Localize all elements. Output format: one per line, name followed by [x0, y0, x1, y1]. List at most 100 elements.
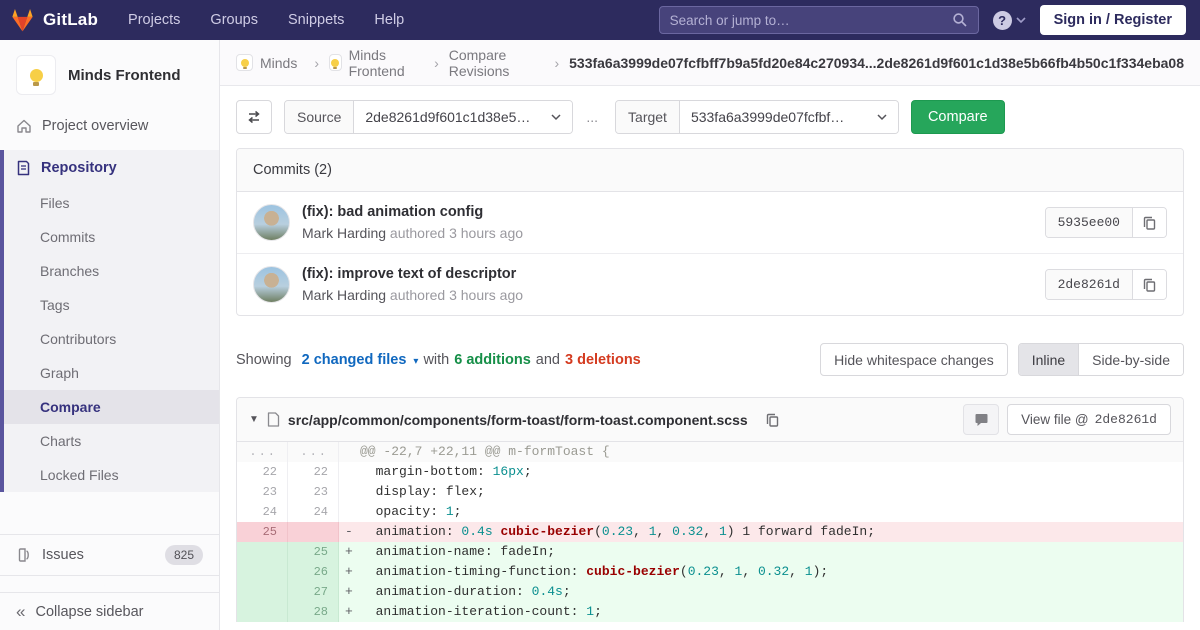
new-line-number[interactable]: 27 [288, 582, 339, 602]
old-line-number[interactable] [237, 562, 288, 582]
commit-title-link[interactable]: (fix): bad animation config [302, 204, 523, 220]
code-segment: 0.4s [461, 524, 492, 539]
sidebar-subitem[interactable]: Compare [4, 390, 219, 424]
project-header[interactable]: Minds Frontend [0, 40, 219, 108]
swap-revisions-button[interactable] [236, 100, 272, 134]
sidebar-subitem[interactable]: Charts [4, 424, 219, 458]
author-avatar[interactable] [253, 204, 290, 241]
old-line-number[interactable] [237, 582, 288, 602]
new-line-number[interactable] [288, 522, 339, 542]
target-dropdown[interactable]: 533fa6a3999de07fcfbf… [680, 101, 898, 133]
commit-author-link[interactable]: Mark Harding [302, 287, 386, 303]
caret-down-icon: ▾ [413, 356, 418, 367]
repository-section: Repository Files Commits Branches Tags C… [0, 150, 219, 492]
group-avatar [329, 54, 342, 71]
new-line-number[interactable]: ... [288, 442, 339, 462]
copy-sha-button[interactable] [1133, 270, 1166, 299]
code-segments: animation-name: fadeIn; [360, 544, 555, 559]
nav-menu-item[interactable]: Groups [210, 12, 258, 28]
commit-title-link[interactable]: (fix): improve text of descriptor [302, 266, 523, 282]
diff-table: ... ... @@ -22,7 +22,11 @@ m-formToast {… [237, 442, 1183, 622]
diff-sign [345, 482, 360, 502]
new-line-number[interactable]: 26 [288, 562, 339, 582]
group-avatar [236, 54, 253, 71]
old-line-number[interactable]: 23 [237, 482, 288, 502]
new-line-number[interactable]: 28 [288, 602, 339, 622]
search-icon[interactable] [952, 12, 968, 28]
copy-icon [765, 412, 780, 428]
side-by-side-view-button[interactable]: Side-by-side [1078, 344, 1183, 375]
old-line-number[interactable]: 22 [237, 462, 288, 482]
breadcrumb-item[interactable]: Minds [236, 54, 329, 71]
home-icon [16, 118, 32, 134]
sidebar-item-label: Project overview [42, 118, 148, 134]
gitlab-home-link[interactable]: GitLab [10, 8, 98, 32]
compare-button[interactable]: Compare [911, 100, 1005, 134]
copy-sha-button[interactable] [1133, 208, 1166, 237]
toggle-comments-button[interactable] [963, 404, 999, 435]
breadcrumb-item[interactable]: Compare Revisions [449, 47, 569, 79]
help-icon: ? [993, 11, 1012, 30]
author-avatar[interactable] [253, 266, 290, 303]
breadcrumb-label: Compare Revisions [449, 47, 538, 79]
commit-sha: 5935ee00 [1046, 208, 1133, 237]
new-line-number[interactable]: 25 [288, 542, 339, 562]
sidebar-subitem[interactable]: Files [4, 186, 219, 220]
commit-author-link[interactable]: Mark Harding [302, 225, 386, 241]
diff-sign: - [345, 522, 360, 542]
help-menu[interactable]: ? [993, 11, 1026, 30]
code-segment: animation-iteration-count: [360, 604, 586, 619]
code-segment: , [703, 524, 719, 539]
nav-menu-item[interactable]: Snippets [288, 12, 344, 28]
code-cell: + animation-duration: 0.4s; [339, 582, 1183, 602]
collapse-sidebar-button[interactable]: « Collapse sidebar [0, 592, 219, 630]
additions-count: 6 additions [454, 352, 531, 368]
code-segments: animation: 0.4s cubic-bezier(0.23, 1, 0.… [360, 524, 875, 539]
view-file-button[interactable]: View file @ 2de8261d [1007, 404, 1171, 435]
code-segment: 1 [649, 524, 657, 539]
search-input[interactable] [670, 13, 952, 28]
sidebar-subitem[interactable]: Tags [4, 288, 219, 322]
old-line-number[interactable]: ... [237, 442, 288, 462]
old-line-number[interactable] [237, 602, 288, 622]
new-line-number[interactable]: 22 [288, 462, 339, 482]
new-line-number[interactable]: 24 [288, 502, 339, 522]
collapse-diff-caret-icon[interactable]: ▼ [249, 414, 259, 425]
sidebar-item-project-overview[interactable]: Project overview [0, 108, 219, 144]
comment-icon [974, 413, 989, 427]
old-line-number[interactable]: 24 [237, 502, 288, 522]
summary-word: with [423, 352, 449, 368]
sidebar-item-label: Issues [42, 547, 84, 563]
hide-whitespace-button[interactable]: Hide whitespace changes [820, 343, 1008, 376]
main-content: Minds Minds Frontend Compare Revisions 5… [220, 40, 1200, 630]
breadcrumb-item[interactable]: Minds Frontend [329, 47, 449, 79]
code-segment: , [742, 564, 758, 579]
diff-line: 26 + animation-timing-function: cubic-be… [237, 562, 1183, 582]
sidebar-subitem[interactable]: Contributors [4, 322, 219, 356]
copy-path-button[interactable] [756, 412, 789, 428]
sidebar-subitem[interactable]: Commits [4, 220, 219, 254]
nav-menu-item[interactable]: Projects [128, 12, 180, 28]
sidebar-item-repository[interactable]: Repository [4, 150, 219, 186]
top-navbar: GitLab Projects Groups Snippets Help ? [0, 0, 1200, 40]
sidebar-subitem[interactable]: Graph [4, 356, 219, 390]
commit-sha: 2de8261d [1046, 270, 1133, 299]
source-dropdown[interactable]: 2de8261d9f601c1d38e5… [354, 101, 572, 133]
commit-texts: (fix): bad animation config Mark Harding… [302, 204, 523, 241]
old-line-number[interactable]: 25 [237, 522, 288, 542]
inline-view-button[interactable]: Inline [1019, 344, 1078, 375]
nav-menu-item[interactable]: Help [374, 12, 404, 28]
new-line-number[interactable]: 23 [288, 482, 339, 502]
old-line-number[interactable] [237, 542, 288, 562]
sidebar-subitem[interactable]: Locked Files [4, 458, 219, 492]
diff-file-panel: ▼ src/app/common/components/form-toast/f… [236, 397, 1184, 622]
diff-line: ... ... @@ -22,7 +22,11 @@ m-formToast { [237, 442, 1183, 462]
sign-in-button[interactable]: Sign in / Register [1040, 5, 1186, 35]
code-cell: - animation: 0.4s cubic-bezier(0.23, 1, … [339, 522, 1183, 542]
sidebar-item-issues[interactable]: Issues 825 [0, 534, 219, 576]
sidebar-subitem[interactable]: Branches [4, 254, 219, 288]
changed-files-dropdown[interactable]: 2 changed files ▾ [302, 352, 419, 368]
commit-meta: Mark Harding authored 3 hours ago [302, 287, 523, 303]
summary-word: and [536, 352, 560, 368]
diff-file-path[interactable]: src/app/common/components/form-toast/for… [288, 412, 748, 428]
